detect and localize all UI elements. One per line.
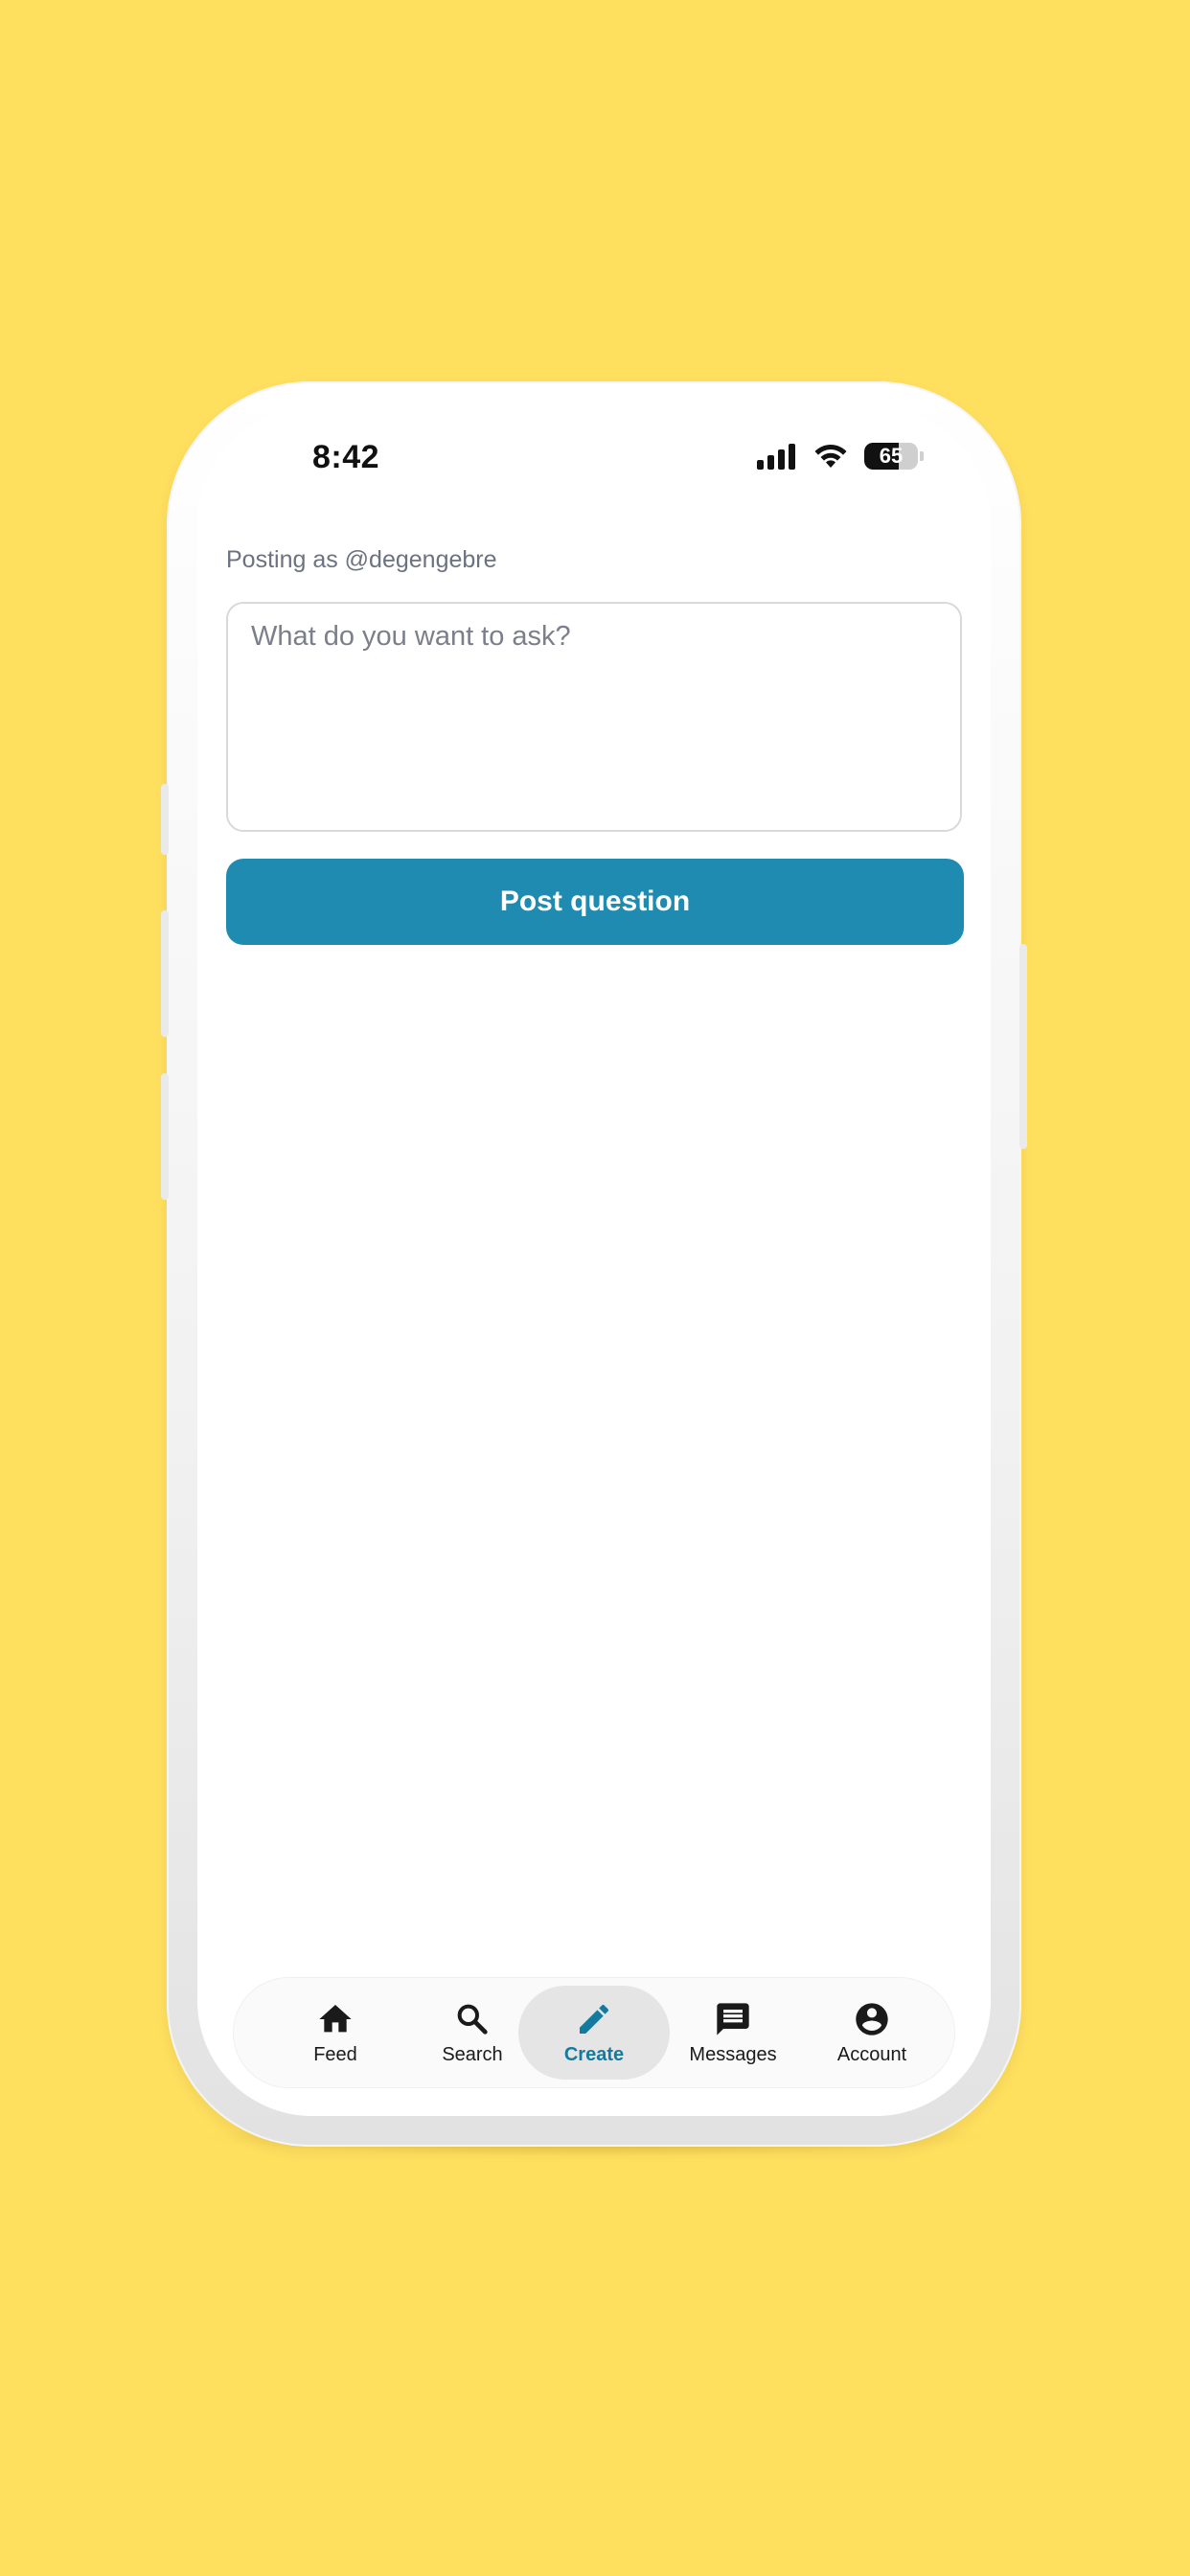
tab-label: Account [836, 2043, 907, 2065]
tab-label: Feed [313, 2043, 357, 2065]
tab-label: Messages [689, 2043, 777, 2065]
app-screen: 8:42 65 Posting as @degengebre Post ques… [197, 408, 991, 2116]
tab-account[interactable]: Account [796, 1986, 948, 2080]
post-question-button[interactable]: Post question [226, 859, 964, 945]
tab-label: Create [563, 2043, 625, 2065]
phone-volume-down-button [161, 1073, 169, 1200]
battery-nub [920, 451, 924, 461]
phone-volume-up-button [161, 910, 169, 1037]
tab-label: Search [442, 2043, 503, 2065]
status-icons: 65 [757, 443, 924, 470]
tab-feed[interactable]: Feed [260, 1986, 411, 2080]
account-icon [856, 2002, 888, 2036]
message-icon [717, 2002, 749, 2036]
phone-power-button [1019, 944, 1027, 1149]
question-input[interactable] [226, 602, 962, 832]
wifi-icon [814, 445, 847, 468]
signal-icon [757, 444, 795, 470]
tab-messages[interactable]: Messages [657, 1986, 809, 2080]
tab-bar: Feed Search Create Messages Account [234, 1978, 954, 2087]
tab-create[interactable]: Create [518, 1986, 670, 2080]
posting-as-label: Posting as @degengebre [226, 546, 497, 573]
search-icon [457, 2004, 488, 2035]
status-time: 8:42 [312, 439, 380, 475]
phone-action-button [161, 784, 169, 855]
pencil-icon [580, 2004, 609, 2034]
home-icon [319, 2004, 352, 2032]
battery-icon: 65 [864, 443, 918, 470]
battery-level: 65 [879, 444, 904, 468]
